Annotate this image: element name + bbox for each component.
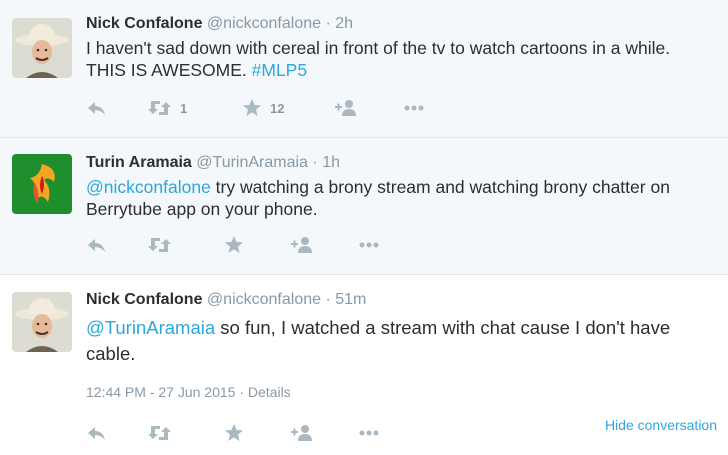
separator: · bbox=[312, 154, 318, 171]
details-link[interactable]: Details bbox=[248, 384, 291, 400]
more-icon bbox=[404, 105, 424, 111]
separator: · bbox=[325, 291, 331, 308]
author-handle[interactable]: @TurinAramaia bbox=[196, 154, 308, 171]
author-name[interactable]: Turin Aramaia bbox=[86, 154, 192, 171]
author-handle[interactable]: @nickconfalone bbox=[207, 15, 321, 32]
favorite-button[interactable] bbox=[224, 234, 244, 256]
follow-icon bbox=[335, 100, 356, 116]
favorite-count: 12 bbox=[270, 100, 285, 116]
tweet-meta: 12:44 PM - 27 Jun 2015 · Details bbox=[86, 384, 291, 400]
reply-button[interactable] bbox=[86, 234, 108, 256]
author-handle[interactable]: @nickconfalone bbox=[207, 291, 321, 308]
reply-icon bbox=[88, 239, 105, 252]
mention-link[interactable]: @nickconfalone bbox=[86, 177, 211, 197]
separator: · bbox=[325, 15, 331, 32]
tweet[interactable]: Nick Confalone @nickconfalone · 2h I hav… bbox=[0, 0, 728, 138]
retweet-button[interactable]: 1 bbox=[148, 97, 187, 119]
reply-button[interactable] bbox=[86, 97, 108, 119]
follow-icon bbox=[291, 237, 312, 253]
follow-icon bbox=[291, 425, 312, 441]
more-button[interactable] bbox=[359, 422, 381, 444]
favorite-button[interactable] bbox=[224, 422, 244, 444]
follow-button[interactable] bbox=[291, 234, 315, 256]
tweet[interactable]: Nick Confalone @nickconfalone · 51m @Tur… bbox=[0, 275, 728, 455]
more-button[interactable] bbox=[359, 234, 381, 256]
tweet-text: @nickconfalone try watching a brony stre… bbox=[86, 177, 670, 219]
tweet-time[interactable]: 2h bbox=[335, 15, 353, 32]
reply-button[interactable] bbox=[86, 422, 108, 444]
mention-link[interactable]: @TurinAramaia bbox=[86, 317, 215, 338]
retweet-button[interactable] bbox=[148, 234, 172, 256]
more-icon bbox=[359, 430, 379, 436]
avatar[interactable] bbox=[12, 292, 72, 352]
hashtag-link[interactable]: #MLP5 bbox=[252, 60, 307, 80]
favorite-button[interactable]: 12 bbox=[242, 97, 284, 119]
reply-icon bbox=[88, 427, 105, 440]
favorite-icon bbox=[243, 99, 261, 116]
avatar[interactable] bbox=[12, 154, 72, 214]
author-name[interactable]: Nick Confalone bbox=[86, 15, 202, 32]
author-name[interactable]: Nick Confalone bbox=[86, 291, 202, 308]
retweet-count: 1 bbox=[180, 100, 188, 116]
follow-button[interactable] bbox=[335, 97, 359, 119]
more-button[interactable] bbox=[404, 97, 426, 119]
retweet-icon bbox=[148, 101, 171, 115]
tweet-text: I haven't sad down with cereal in front … bbox=[86, 38, 671, 80]
tweet[interactable]: Turin Aramaia @TurinAramaia · 1h @nickco… bbox=[0, 138, 728, 275]
tweet-time[interactable]: 51m bbox=[335, 291, 366, 308]
retweet-button[interactable] bbox=[148, 422, 172, 444]
avatar[interactable] bbox=[12, 18, 72, 78]
retweet-icon bbox=[148, 238, 171, 252]
favorite-icon bbox=[225, 236, 243, 253]
more-icon bbox=[359, 242, 379, 248]
favorite-icon bbox=[225, 424, 243, 441]
tweet-timestamp[interactable]: 12:44 PM - 27 Jun 2015 bbox=[86, 384, 235, 400]
reply-icon bbox=[88, 102, 105, 115]
separator: · bbox=[239, 384, 244, 400]
tweet-time[interactable]: 1h bbox=[322, 154, 340, 171]
follow-button[interactable] bbox=[291, 422, 315, 444]
retweet-icon bbox=[148, 426, 171, 440]
tweet-text: @TurinAramaia so fun, I watched a stream… bbox=[86, 317, 671, 364]
hide-conversation-link[interactable]: Hide conversation bbox=[605, 417, 717, 433]
